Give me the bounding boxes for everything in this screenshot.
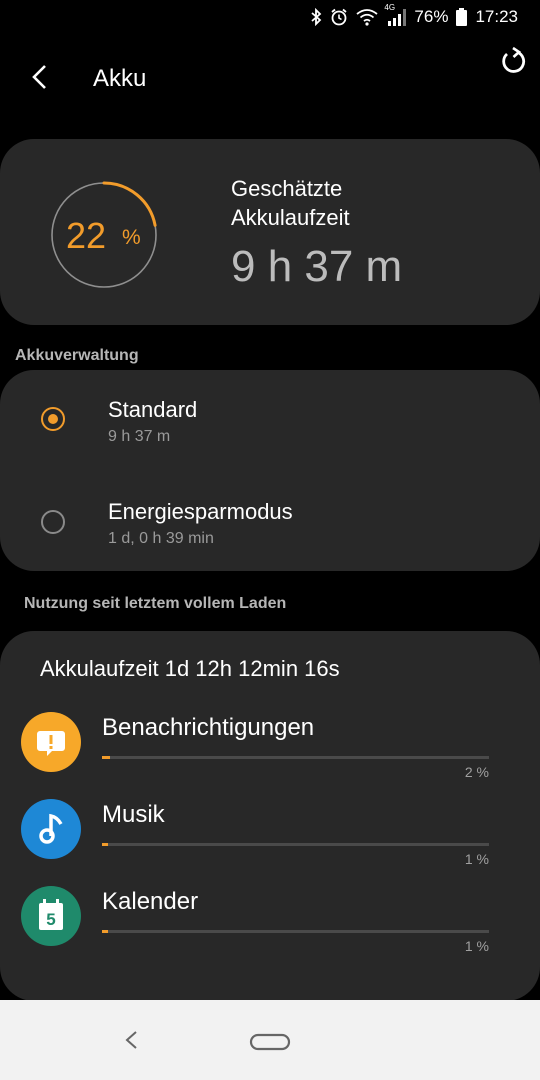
estimate-label: Geschätzte Akkulaufzeit <box>231 176 350 230</box>
nav-back-button[interactable] <box>118 1026 146 1054</box>
app-usage-row-calendar[interactable]: 5 Kalender 1 % <box>0 886 540 966</box>
mode-name: Standard <box>108 397 198 422</box>
calendar-icon: 5 <box>21 886 81 946</box>
calendar-day: 5 <box>46 910 55 929</box>
battery-icon <box>456 8 468 26</box>
usage-bar-fill <box>102 756 110 759</box>
battery-percent-unit: % <box>122 226 141 249</box>
back-button[interactable] <box>24 60 58 94</box>
chevron-left-icon <box>125 1031 137 1049</box>
app-usage-percent: 2 % <box>464 764 489 780</box>
usage-bar <box>102 843 489 846</box>
clock-time: 17:23 <box>475 7 518 26</box>
usage-bar <box>102 930 489 933</box>
estimate-value: 9 h 37 m <box>231 242 403 291</box>
usage-bar-fill <box>102 930 108 933</box>
battery-estimate-card: 22 % Geschätzte Akkulaufzeit 9 h 37 m <box>0 139 540 325</box>
mode-name: Energiesparmodus <box>108 499 293 524</box>
battery-percent-value: 22 <box>66 215 107 256</box>
app-name: Benachrichtigungen <box>102 714 315 741</box>
page-title: Akku <box>93 65 147 92</box>
alarm-icon <box>330 8 348 26</box>
mode-estimate: 1 d, 0 h 39 min <box>108 530 214 547</box>
power-mode-card: Standard 9 h 37 m Energiesparmodus 1 d, … <box>0 370 540 571</box>
wifi-icon <box>356 8 378 26</box>
app-name: Musik <box>102 801 165 828</box>
app-header: Akku <box>0 46 540 110</box>
app-usage-percent: 1 % <box>464 938 489 954</box>
network-type-label: 4G <box>384 3 396 12</box>
status-bar: 4G 76% 17:23 <box>0 0 540 36</box>
nav-home-button[interactable] <box>248 1031 292 1053</box>
app-usage-percent: 1 % <box>464 851 489 867</box>
bluetooth-icon <box>310 8 322 26</box>
refresh-button[interactable] <box>496 44 530 78</box>
radio-selected-icon[interactable] <box>41 407 65 431</box>
app-usage-row-music[interactable]: Musik 1 % <box>0 799 540 879</box>
app-name: Kalender <box>102 888 199 915</box>
home-pill-icon <box>249 1033 291 1051</box>
mode-option-energy-saving[interactable]: Energiesparmodus 1 d, 0 h 39 min <box>0 470 540 570</box>
radio-unselected-icon[interactable] <box>41 510 65 534</box>
notification-alert-icon <box>21 712 81 772</box>
usage-bar-fill <box>102 843 108 846</box>
usage-card: Akkulaufzeit 1d 12h 12min 16s Benachrich… <box>0 631 540 1001</box>
app-usage-row-notifications[interactable]: Benachrichtigungen 2 % <box>0 712 540 792</box>
mode-estimate: 9 h 37 m <box>108 428 171 445</box>
system-navigation-bar <box>0 1000 540 1080</box>
section-label-usage: Nutzung seit letztem vollem Laden <box>24 595 287 612</box>
mode-option-standard[interactable]: Standard 9 h 37 m <box>0 370 540 470</box>
music-note-icon <box>21 799 81 859</box>
section-label-management: Akkuverwaltung <box>15 347 139 364</box>
cellular-signal-icon: 4G <box>384 3 407 26</box>
chevron-left-icon <box>32 65 46 89</box>
battery-percent: 76% <box>414 7 449 26</box>
usage-bar <box>102 756 489 759</box>
usage-title: Akkulaufzeit 1d 12h 12min 16s <box>40 656 340 681</box>
refresh-icon <box>502 46 526 73</box>
status-icons: 4G 76% 17:23 <box>310 3 518 27</box>
